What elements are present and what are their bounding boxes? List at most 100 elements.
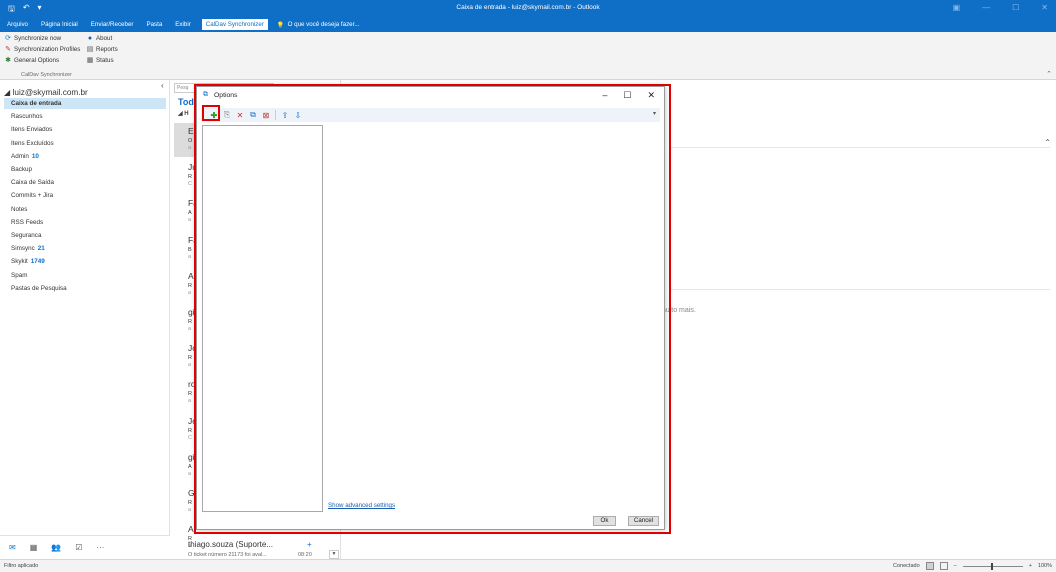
folder-item[interactable]: Skykit 1749 — [11, 256, 45, 267]
general-options-label: General Options — [14, 56, 60, 64]
import-icon[interactable]: ⇩ — [293, 110, 303, 120]
close-icon[interactable]: ✕ — [647, 90, 655, 101]
clear-cache-icon[interactable]: ⊠ — [261, 110, 271, 120]
message-preview: a — [188, 470, 192, 477]
synchronize-now-label: Synchronize now — [14, 34, 62, 42]
folder-name: Rascunhos — [11, 113, 43, 121]
folder-item[interactable]: Itens Excluídos — [11, 138, 54, 149]
maximize-icon[interactable]: ☐ — [1012, 3, 1019, 12]
folder-name: RSS Feeds — [11, 218, 44, 226]
tab-pagina-inicial[interactable]: Página Inicial — [39, 20, 80, 29]
add-profile-icon[interactable]: ✚ — [209, 110, 219, 120]
close-icon[interactable]: ✕ — [1041, 3, 1048, 12]
folder-name: Itens Enviados — [11, 126, 53, 134]
folder-item[interactable]: Pastas de Pesquisa — [11, 283, 67, 294]
folder-name: Itens Excluídos — [11, 139, 54, 147]
general-options-button[interactable]: ✱ General Options — [4, 56, 60, 65]
tell-me-search[interactable]: 💡 O que você deseja fazer... — [277, 21, 360, 29]
export-icon[interactable]: ⇪ — [280, 110, 290, 120]
folder-name: Admin — [11, 152, 29, 160]
message-subject: R — [188, 391, 192, 398]
message-subject: B — [188, 246, 192, 253]
tab-arquivo[interactable]: Arquivo — [5, 20, 30, 29]
message-preview: a — [188, 398, 192, 405]
about-button[interactable]: ● About — [86, 34, 112, 42]
folder-name: Seguranca — [11, 232, 42, 239]
navigation-bar: ✉ ▦ 👥 ☑ ··· — [0, 535, 170, 559]
folder-item[interactable]: Simsync 21 — [11, 243, 45, 254]
window-controls: ▣ — ☐ ✕ — [953, 3, 1048, 12]
minimize-folder-pane-icon[interactable]: ‹ — [161, 81, 164, 90]
folder-item[interactable]: Notes — [11, 204, 27, 215]
message-subject: R — [188, 500, 192, 506]
folder-item[interactable]: Rascunhos — [11, 111, 43, 122]
list-item[interactable]: thiago.souza (Suporte... + O ticket núme… — [188, 540, 312, 558]
message-sender: ro — [188, 379, 196, 390]
maximize-icon[interactable]: ☐ — [623, 90, 631, 101]
tab-pasta[interactable]: Pasta — [144, 20, 164, 29]
tab-caldav-synchronizer[interactable]: CalDav Synchronizer — [201, 19, 268, 30]
message-preview: a — [188, 507, 192, 513]
minimize-icon[interactable]: — — [982, 3, 990, 12]
folder-item[interactable]: Spam — [11, 270, 27, 281]
tab-enviar-receber[interactable]: Enviar/Receber — [89, 20, 136, 29]
calendar-icon[interactable]: ▦ — [30, 543, 38, 552]
folder-item[interactable]: Itens Enviados — [11, 124, 52, 135]
account-node[interactable]: ◢ luiz@skymail.com.br — [4, 87, 88, 97]
ok-button[interactable]: Ok — [593, 516, 616, 526]
folder-item[interactable]: Backup — [11, 164, 32, 175]
zoom-slider-knob[interactable] — [990, 562, 993, 570]
minimize-icon[interactable]: – — [602, 90, 607, 101]
tasks-icon[interactable]: ☑ — [75, 543, 82, 552]
folder-item[interactable]: Caixa de entrada — [4, 98, 166, 109]
all-filter-tab[interactable]: Tod — [178, 97, 194, 107]
folder-item[interactable]: Seguranca — [11, 230, 41, 241]
folder-name: Skykit — [11, 258, 28, 266]
profile-toolbar: ✚ ⎘ ✕ ⧉ ⊠ ⇪ ⇩ ▾ — [201, 108, 660, 122]
scroll-down-icon[interactable]: ▼ — [329, 550, 339, 559]
zoom-slider[interactable] — [962, 562, 1023, 570]
synchronize-now-button[interactable]: ⟳ Synchronize now — [4, 34, 62, 43]
zoom-in-icon[interactable]: + — [1029, 563, 1032, 569]
more-icon[interactable]: ··· — [96, 543, 104, 552]
mail-icon[interactable]: ✉ — [9, 543, 16, 552]
show-advanced-settings-link[interactable]: Show advanced settings — [328, 502, 395, 509]
message-group-header[interactable]: ◢ H — [178, 110, 189, 117]
message-sender: gi — [188, 451, 195, 462]
normal-view-icon[interactable] — [925, 562, 934, 570]
copy-profile-icon[interactable]: ⧉ — [248, 110, 258, 120]
message-subject: A — [188, 463, 192, 470]
people-icon[interactable]: 👥 — [51, 543, 61, 552]
status-button[interactable]: ▦ Status — [86, 56, 114, 65]
folder-name: Simsync — [11, 245, 35, 253]
dialog-title: Options — [214, 92, 238, 99]
dialog-titlebar: ⧉ Options – ☐ ✕ — [197, 87, 664, 105]
add-multiple-profiles-icon[interactable]: ⎘ — [222, 110, 232, 120]
folder-item[interactable]: Caixa de Saída — [11, 177, 54, 188]
window-title: Caixa de entrada - luiz@skymail.com.br -… — [456, 4, 600, 11]
cancel-button[interactable]: Cancel — [628, 516, 659, 526]
folder-item[interactable]: Commits + Jira — [11, 190, 53, 201]
tab-exibir[interactable]: Exibir — [173, 20, 192, 29]
message-preview: C — [188, 434, 192, 441]
toolbar-overflow-icon[interactable]: ▾ — [653, 110, 656, 117]
synchronization-profiles-button[interactable]: ✎ Synchronization Profiles — [4, 45, 81, 54]
ribbon-display-icon[interactable]: ▣ — [953, 3, 961, 12]
folder-item[interactable]: RSS Feeds — [11, 217, 43, 228]
synchronization-profiles-label: Synchronization Profiles — [14, 45, 81, 53]
ribbon-tabs: Arquivo Página Inicial Enviar/Receber Pa… — [0, 17, 1056, 32]
reports-button[interactable]: ▤ Reports — [86, 45, 118, 54]
zoom-out-icon[interactable]: – — [954, 563, 957, 569]
status-icon: ▦ — [86, 57, 94, 64]
plus-icon[interactable]: + — [307, 540, 312, 549]
profile-list[interactable] — [202, 125, 323, 512]
chevron-up-icon[interactable]: ⌃ — [1044, 138, 1051, 147]
ribbon-group-label: CalDav Synchronizer — [21, 72, 72, 78]
reading-view-icon[interactable] — [939, 562, 948, 570]
divider — [670, 289, 1050, 290]
folder-name: Caixa de entrada — [11, 100, 62, 107]
message-preview: O ticket número 21173 foi aval... — [188, 552, 267, 558]
collapse-ribbon-icon[interactable]: ⌃ — [1046, 70, 1052, 78]
delete-profile-icon[interactable]: ✕ — [235, 110, 245, 120]
folder-item[interactable]: Admin 10 — [11, 151, 39, 162]
